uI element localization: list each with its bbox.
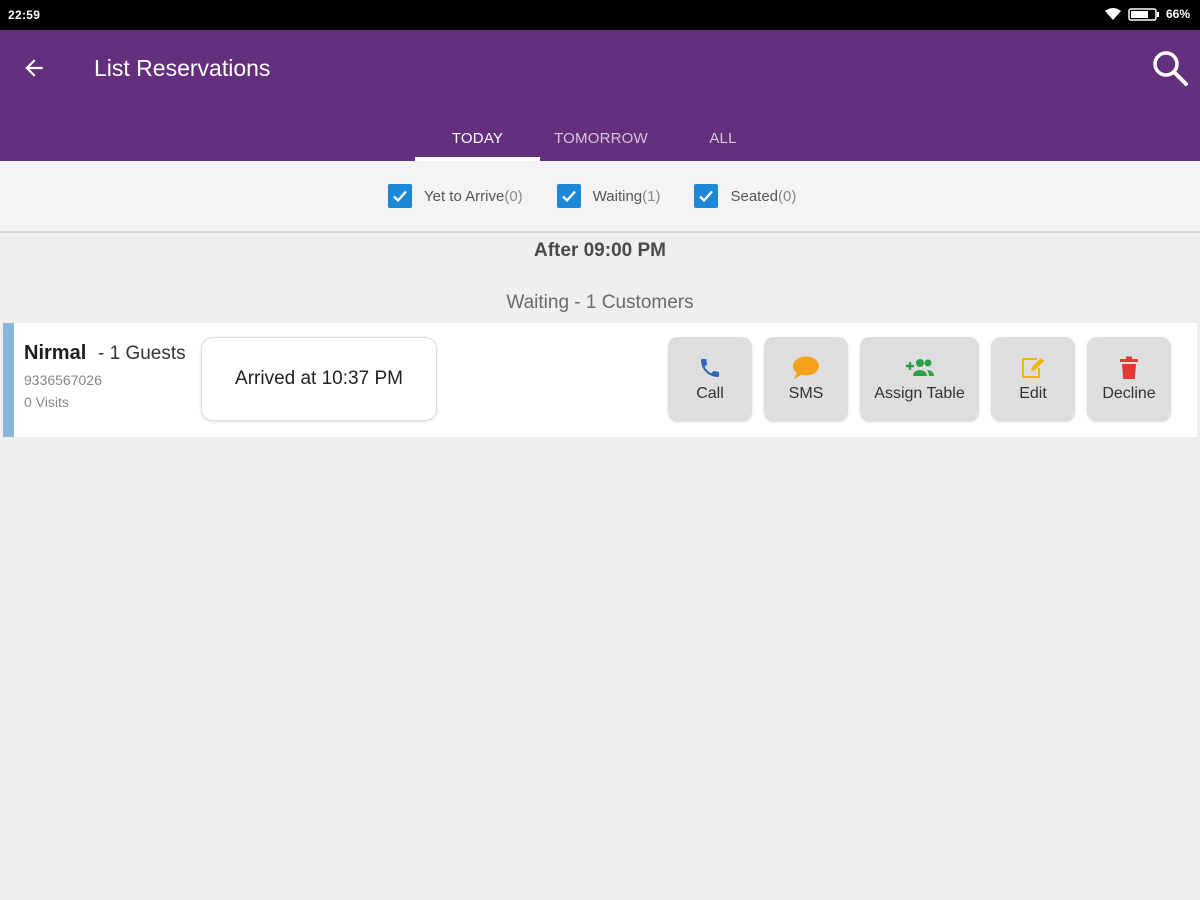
add-people-icon: [905, 359, 934, 376]
filter-bar: Yet to Arrive (0) Waiting (1) Seated (0): [0, 161, 1200, 233]
guest-name: Nirmal: [24, 342, 87, 364]
tab-today[interactable]: TODAY: [415, 116, 540, 161]
edit-icon: [1022, 358, 1044, 378]
call-button[interactable]: Call: [668, 337, 752, 421]
filter-waiting[interactable]: Waiting (1): [556, 184, 661, 208]
app-bar: List Reservations TODAY TOMORROW ALL: [0, 30, 1200, 161]
checkbox-checked-icon[interactable]: [694, 184, 719, 208]
checkbox-checked-icon[interactable]: [556, 184, 581, 208]
trash-icon: [1120, 356, 1138, 379]
filter-seated[interactable]: Seated (0): [694, 184, 796, 208]
filter-count: (0): [504, 187, 523, 205]
status-time: 22:59: [8, 8, 41, 22]
status-icons: 66%: [1104, 7, 1190, 21]
status-group-heading: Waiting - 1 Customers: [506, 292, 694, 313]
wifi-icon: [1104, 8, 1121, 20]
filter-label: Yet to Arrive: [424, 187, 505, 205]
search-button[interactable]: [1148, 46, 1192, 90]
assign-table-button-label: Assign Table: [874, 385, 965, 402]
assign-table-button[interactable]: Assign Table: [860, 337, 979, 421]
page-title: List Reservations: [94, 55, 271, 81]
decline-button[interactable]: Decline: [1087, 337, 1171, 421]
search-icon: [1153, 51, 1188, 86]
checkbox-checked-icon[interactable]: [388, 184, 412, 208]
reservation-row[interactable]: Nirmal - 1 Guests 9336567026 0 Visits Ar…: [3, 323, 1197, 437]
chat-bubble-icon: [793, 356, 819, 379]
sms-button-label: SMS: [788, 385, 824, 402]
sms-button[interactable]: SMS: [764, 337, 848, 421]
guest-phone: 9336567026: [24, 372, 102, 388]
filter-count: (1): [642, 187, 661, 205]
battery-percent: 66%: [1165, 7, 1190, 21]
filter-label: Seated: [730, 187, 779, 205]
arrow-back-icon: [25, 59, 43, 77]
filter-yet-to-arrive[interactable]: Yet to Arrive (0): [388, 184, 523, 208]
phone-icon: [701, 359, 719, 377]
filter-count: (0): [778, 187, 797, 205]
tab-tomorrow[interactable]: TOMORROW: [540, 116, 662, 161]
time-section-heading: After 09:00 PM: [534, 240, 666, 261]
status-bar: 22:59 66%: [0, 0, 1200, 30]
guest-visits: 0 Visits: [24, 394, 69, 410]
tab-bar: TODAY TOMORROW ALL: [415, 116, 784, 161]
arrival-time-box: Arrived at 10:37 PM: [201, 337, 437, 421]
edit-button-label: Edit: [1019, 385, 1047, 402]
decline-button-label: Decline: [1102, 385, 1156, 402]
edit-button[interactable]: Edit: [991, 337, 1075, 421]
back-button[interactable]: [16, 50, 52, 86]
battery-icon: [1128, 7, 1159, 21]
call-button-label: Call: [696, 385, 724, 402]
tab-all[interactable]: ALL: [662, 116, 784, 161]
guest-count: - 1 Guests: [98, 343, 186, 364]
filter-label: Waiting: [592, 187, 643, 205]
